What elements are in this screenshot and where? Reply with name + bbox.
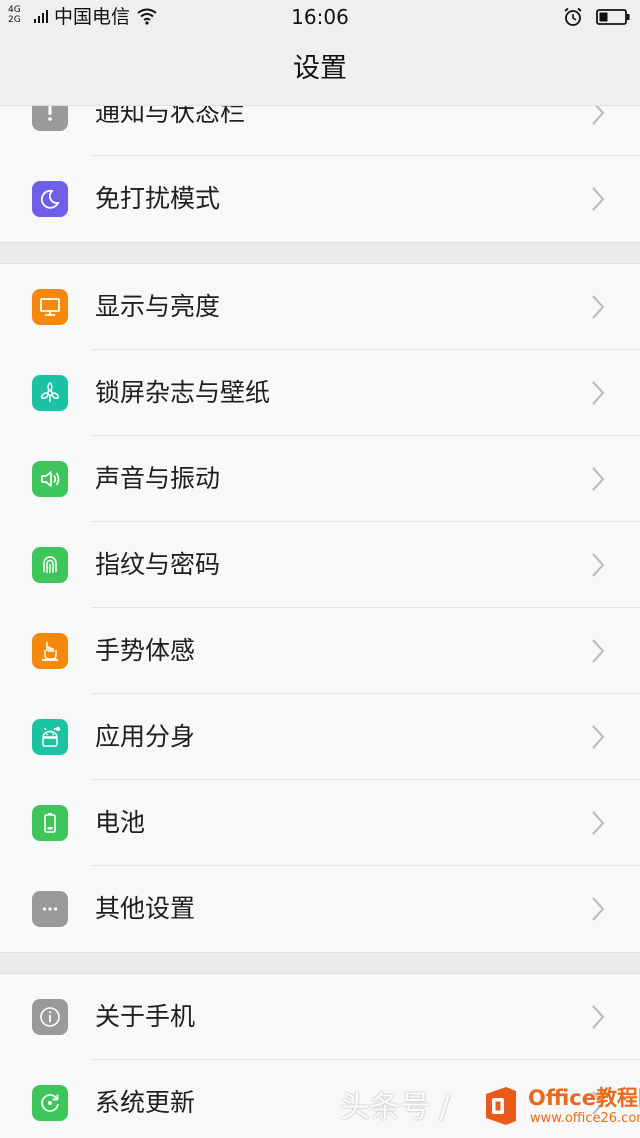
settings-item-label: 锁屏杂志与壁纸 [95, 378, 271, 407]
battery-status-icon [596, 9, 630, 25]
chevron-right-icon [592, 467, 605, 491]
watermark-site: Office教程网 [528, 1086, 640, 1110]
speaker-icon [32, 461, 68, 497]
settings-item-label: 通知与状态栏 [95, 106, 246, 127]
fingerprint-icon [32, 547, 68, 583]
notification-icon [32, 106, 68, 131]
watermark: 头条号 / Office教程网 www.office26.com [340, 1082, 640, 1134]
settings-item-lockscreen-wallpaper[interactable]: 锁屏杂志与壁纸 [0, 350, 640, 436]
settings-item-label: 手势体感 [95, 636, 196, 665]
settings-item-label: 声音与振动 [95, 464, 221, 493]
chevron-right-icon [592, 1005, 605, 1029]
screen: 4G 2G 中国电信 16:06 设置 通知与状态栏 免打扰模式 显示与亮度 锁… [0, 0, 640, 1138]
settings-item-label: 应用分身 [95, 722, 196, 751]
chevron-right-icon [592, 106, 605, 125]
settings-item-label: 指纹与密码 [95, 550, 221, 579]
more-icon [32, 891, 68, 927]
settings-list[interactable]: 通知与状态栏 免打扰模式 显示与亮度 锁屏杂志与壁纸 声音与振动 指纹与密码 手… [0, 106, 640, 1138]
page-title: 设置 [293, 53, 347, 84]
info-icon [32, 999, 68, 1035]
display-icon [32, 289, 68, 325]
chevron-right-icon [592, 811, 605, 835]
alarm-icon [564, 7, 582, 26]
settings-item-label: 关于手机 [95, 1002, 196, 1031]
title-bar: 设置 [0, 36, 640, 106]
settings-item-label: 免打扰模式 [95, 184, 221, 213]
settings-item-fingerprint-password[interactable]: 指纹与密码 [0, 522, 640, 608]
status-bar: 4G 2G 中国电信 16:06 [0, 0, 640, 36]
update-icon [32, 1085, 68, 1121]
status-time: 16:06 [291, 5, 349, 29]
section-gap [0, 952, 640, 974]
section-gap [0, 242, 640, 264]
settings-item-app-clone[interactable]: 应用分身 [0, 694, 640, 780]
settings-item-do-not-disturb[interactable]: 免打扰模式 [0, 156, 640, 242]
chevron-right-icon [592, 639, 605, 663]
chevron-right-icon [592, 187, 605, 211]
settings-item-label: 系统更新 [95, 1088, 196, 1117]
chevron-right-icon [592, 725, 605, 749]
android-icon [32, 719, 68, 755]
settings-item-notifications[interactable]: 通知与状态栏 [0, 106, 640, 156]
settings-item-label: 电池 [95, 808, 146, 837]
chevron-right-icon [592, 295, 605, 319]
settings-item-display[interactable]: 显示与亮度 [0, 264, 640, 350]
settings-item-battery[interactable]: 电池 [0, 780, 640, 866]
office-logo-icon [486, 1087, 516, 1125]
chevron-right-icon [592, 381, 605, 405]
settings-item-label: 其他设置 [95, 894, 196, 923]
moon-icon [32, 181, 68, 217]
watermark-url: www.office26.com [530, 1111, 640, 1126]
chevron-right-icon [592, 553, 605, 577]
gesture-icon [32, 633, 68, 669]
battery-icon [32, 805, 68, 841]
settings-item-gestures[interactable]: 手势体感 [0, 608, 640, 694]
settings-item-label: 显示与亮度 [95, 292, 221, 321]
settings-item-other-settings[interactable]: 其他设置 [0, 866, 640, 952]
chevron-right-icon [592, 897, 605, 921]
flower-icon [32, 375, 68, 411]
settings-item-about-phone[interactable]: 关于手机 [0, 974, 640, 1060]
watermark-text: 头条号 / [340, 1090, 450, 1125]
settings-item-sound-vibration[interactable]: 声音与振动 [0, 436, 640, 522]
